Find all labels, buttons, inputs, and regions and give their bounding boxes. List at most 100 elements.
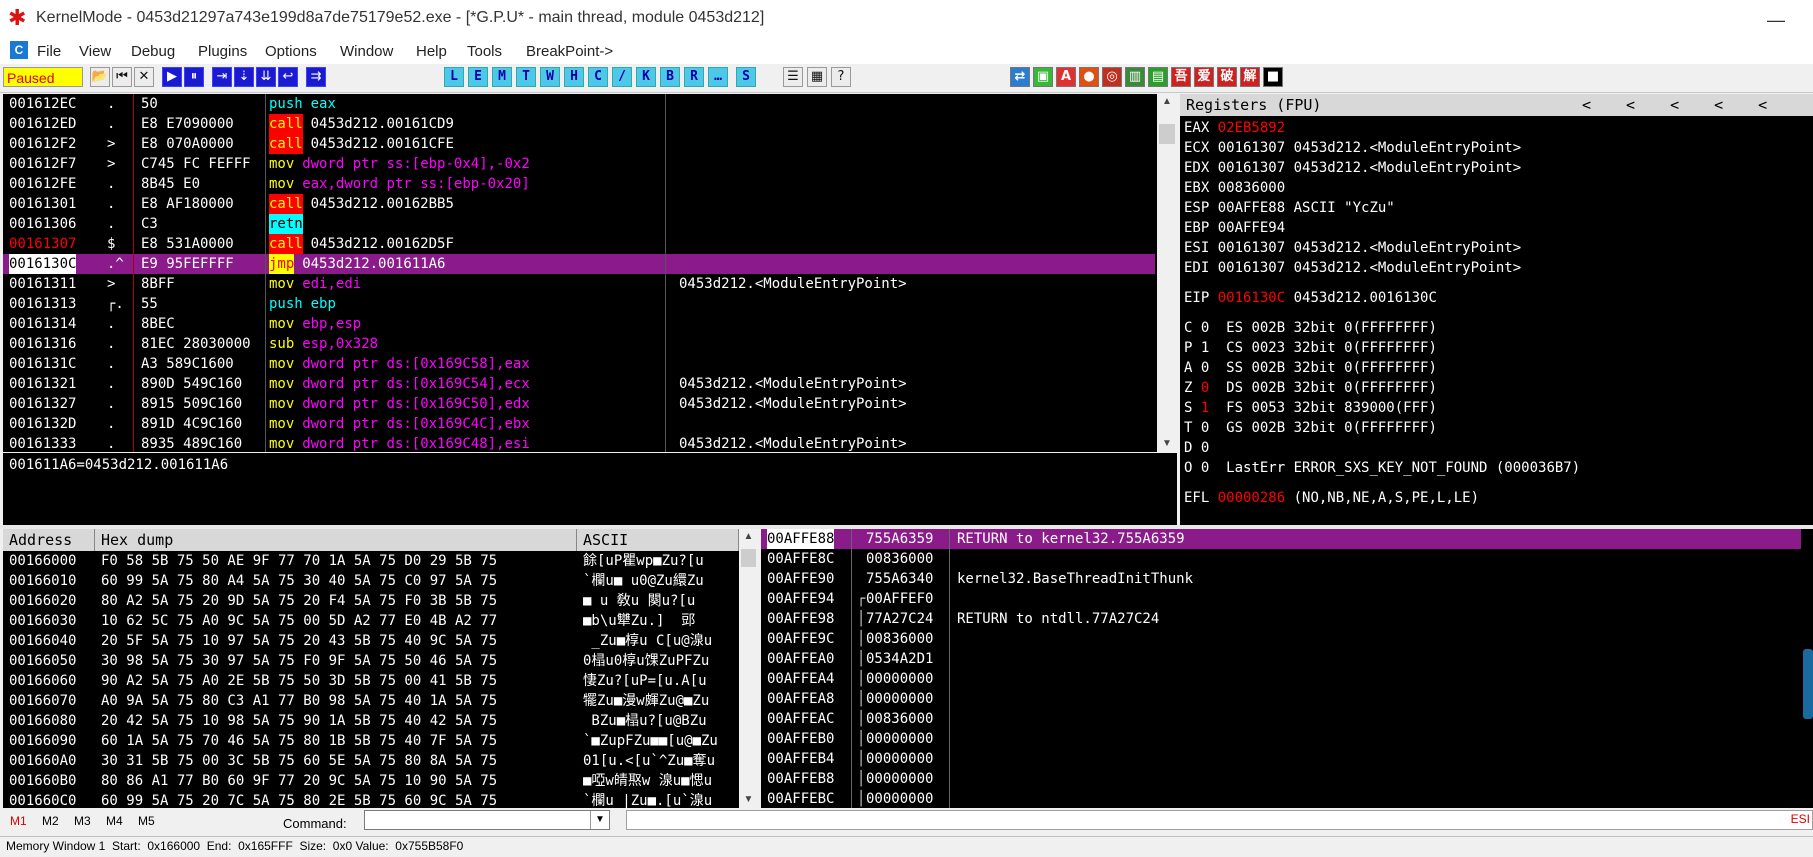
dump-row[interactable]: 00166060 90 A2 5A 75 A0 2E 5B 75 50 3D 5B… [3, 671, 739, 691]
dump-row[interactable]: 00166020 80 A2 5A 75 20 9D 5A 75 20 F4 5A… [3, 591, 739, 611]
toolbar-window-button-11[interactable]: … [708, 67, 728, 87]
disasm-row[interactable]: 00161327. 8915 509C160 mov dword ptr ds:[0x… [3, 394, 1155, 414]
toolbar-plugin-button-4[interactable]: ◎ [1102, 67, 1122, 87]
stack-row[interactable]: 00AFFEB0 │ 00000000 [761, 729, 1801, 749]
menu-view[interactable]: View [79, 43, 111, 60]
cpu-window-icon[interactable]: C [10, 41, 28, 59]
dump-row[interactable]: 00166050 30 98 5A 75 30 97 5A 75 F0 9F 5A… [3, 651, 739, 671]
toolbar-plugin-button-8[interactable]: 爱 [1194, 67, 1214, 87]
toolbar-nav-button-1[interactable]: ⏮ [112, 67, 132, 87]
tab-m2[interactable]: M2 [42, 814, 59, 828]
toolbar-plugin-button-7[interactable]: 吾 [1171, 67, 1191, 87]
col-header-hex[interactable]: Hex dump [95, 529, 577, 551]
register-row[interactable]: A 0 SS 002B 32bit 0(FFFFFFFF) [1184, 358, 1437, 378]
stack-row[interactable]: 00AFFEBC │ 00000000 [761, 789, 1801, 808]
toolbar-window-button-12[interactable]: S [736, 67, 756, 87]
scroll-up-icon[interactable]: ▲ [1157, 94, 1177, 110]
chevron-down-icon[interactable]: ▼ [590, 811, 609, 829]
scroll-down-icon[interactable]: ▼ [1157, 436, 1177, 452]
register-row[interactable]: EDX 00161307 0453d212.<ModuleEntryPoint> [1184, 158, 1521, 178]
disasm-row[interactable]: 00161311 >8BFF mov edi,edi 0453d212.<ModuleE… [3, 274, 1155, 294]
toolbar-nav-button-7[interactable]: ⇊ [256, 67, 276, 87]
toolbar-view-button-1[interactable]: ▦ [807, 67, 827, 87]
register-value[interactable]: 00161307 [1218, 240, 1285, 256]
toolbar-plugin-button-11[interactable]: ■ [1263, 67, 1283, 87]
stack-row[interactable]: 00AFFEB8 │ 00000000 [761, 769, 1801, 789]
disasm-row[interactable]: 00161316. 81EC 28030000 sub esp,0x328 [3, 334, 1155, 354]
register-value[interactable]: 00AFFE94 [1218, 220, 1285, 236]
disasm-row[interactable]: 00161306. C3 retn [3, 214, 1155, 234]
disasm-row[interactable]: 00161313 ┌. 55 push ebp [3, 294, 1155, 314]
register-row[interactable]: C 0 ES 002B 32bit 0(FFFFFFFF) [1184, 318, 1437, 338]
register-row[interactable]: T 0 GS 002B 32bit 0(FFFFFFFF) [1184, 418, 1437, 438]
toolbar-window-button-7[interactable]: / [612, 67, 632, 87]
toolbar-nav-button-8[interactable]: ↩ [278, 67, 298, 87]
dump-row[interactable]: 00166010 60 99 5A 75 80 A4 5A 75 30 40 5A… [3, 571, 739, 591]
toolbar-plugin-button-2[interactable]: A [1056, 67, 1076, 87]
register-row[interactable]: S 1 FS 0053 32bit 839000(FFF) [1184, 398, 1437, 418]
disasm-row[interactable]: 00161301. E8 AF180000 call 0453d212.00162BB… [3, 194, 1155, 214]
col-header-address[interactable]: Address [3, 529, 95, 551]
toolbar-window-button-10[interactable]: R [684, 67, 704, 87]
stack-pane[interactable]: 00AFFE88 755A6359 RETURN to kernel32.755A6… [761, 529, 1813, 808]
toolbar-window-button-4[interactable]: W [540, 67, 560, 87]
register-row[interactable]: ESP 00AFFE88 ASCII "YcZu" [1184, 198, 1395, 218]
disasm-row[interactable]: 001612FE. 8B45 E0 mov eax,dword ptr ss:[ebp… [3, 174, 1155, 194]
toolbar-nav-button-6[interactable]: ⇣ [234, 67, 254, 87]
toolbar-view-button-0[interactable]: ☰ [783, 67, 803, 87]
dump-row[interactable]: 00166090 60 1A 5A 75 70 46 5A 75 80 1B 5B… [3, 731, 739, 751]
disasm-row[interactable]: 00161307 $ E8 531A0000 call 0453d212.00162D5… [3, 234, 1155, 254]
stack-row[interactable]: 00AFFEB4 │ 00000000 [761, 749, 1801, 769]
stack-row[interactable]: 00AFFE98 │ 77A27C24 RETURN to ntdll.77A27C2… [761, 609, 1801, 629]
toolbar-window-button-0[interactable]: L [444, 67, 464, 87]
disasm-row[interactable]: 001612F2 > E8 070A0000 call 0453d212.00161CF… [3, 134, 1155, 154]
stack-row[interactable]: 00AFFEA0 │ 0534A2D1 [761, 649, 1801, 669]
stack-row[interactable]: 00AFFEA4 │ 00000000 [761, 669, 1801, 689]
side-handle[interactable] [1803, 649, 1813, 719]
toolbar-plugin-button-3[interactable]: ● [1079, 67, 1099, 87]
menu-debug[interactable]: Debug [131, 43, 175, 60]
scroll-down-icon[interactable]: ▼ [739, 792, 758, 808]
dump-row[interactable]: 00166030 10 62 5C 75 A0 9C 5A 75 00 5D A2… [3, 611, 739, 631]
toolbar-plugin-button-6[interactable]: ▤ [1148, 67, 1168, 87]
toolbar-plugin-button-0[interactable]: ⇄ [1010, 67, 1030, 87]
menu-file[interactable]: File [37, 43, 61, 60]
toolbar-window-button-3[interactable]: T [516, 67, 536, 87]
register-row[interactable]: O 0 LastErr ERROR_SXS_KEY_NOT_FOUND (000… [1184, 458, 1580, 478]
register-value[interactable]: 02EB5892 [1218, 120, 1285, 136]
register-row[interactable]: P 1 CS 0023 32bit 0(FFFFFFFF) [1184, 338, 1437, 358]
disasm-row[interactable]: 00161321. 890D 549C160 mov dword ptr ds:[0x… [3, 374, 1155, 394]
menu-help[interactable]: Help [416, 43, 447, 60]
toolbar-window-button-9[interactable]: B [660, 67, 680, 87]
register-row[interactable]: EAX 02EB5892 [1184, 118, 1285, 138]
registers-pane[interactable]: Registers (FPU) < < < < < EAX 02EB5892 ECX 00… [1180, 94, 1813, 525]
stack-row[interactable]: 00AFFE88 755A6359 RETURN to kernel32.755A6… [761, 529, 1801, 549]
chevron-left-icon[interactable]: < [1582, 96, 1591, 114]
dump-scrollbar[interactable]: ▲ ▼ [739, 529, 758, 808]
register-row[interactable]: Z 0 DS 002B 32bit 0(FFFFFFFF) [1184, 378, 1437, 398]
disasm-row[interactable]: 0016132D. 891D 4C9C160 mov dword ptr ds:[0x… [3, 414, 1155, 434]
disasm-row[interactable]: 001612EC. 50 push eax [3, 94, 1155, 114]
dump-row[interactable]: 00166000 F0 58 5B 75 50 AE 9F 77 70 1A 5A… [3, 551, 739, 571]
hex-dump-pane[interactable]: Address Hex dump ASCII 00166000 F0 58 5B … [3, 529, 758, 808]
menu-window[interactable]: Window [340, 43, 393, 60]
toolbar-nav-button-5[interactable]: ⇥ [212, 67, 232, 87]
toolbar-plugin-button-5[interactable]: ▥ [1125, 67, 1145, 87]
menu-plugins[interactable]: Plugins [198, 43, 247, 60]
register-row[interactable]: EFL 00000286 (NO,NB,NE,A,S,PE,L,LE) [1184, 488, 1479, 508]
dump-row[interactable]: 001660C0 60 99 5A 75 20 7C 5A 75 80 2E 5B… [3, 791, 739, 808]
menu-tools[interactable]: Tools [467, 43, 502, 60]
chevron-left-icon[interactable]: < [1758, 96, 1767, 114]
stack-row[interactable]: 00AFFE8C 00836000 [761, 549, 1801, 569]
toolbar-window-button-2[interactable]: M [492, 67, 512, 87]
toolbar-nav-button-3[interactable]: ▶ [162, 67, 182, 87]
register-row[interactable]: ECX 00161307 0453d212.<ModuleEntryPoint> [1184, 138, 1521, 158]
menu-breakpoint[interactable]: BreakPoint-> [526, 43, 613, 60]
col-header-ascii[interactable]: ASCII [577, 529, 739, 551]
chevron-left-icon[interactable]: < [1626, 96, 1635, 114]
disassembly-pane[interactable]: 001612EC. 50 push eax 001612ED. E8 E7090000 ca… [3, 94, 1177, 452]
command-input[interactable]: ▼ [364, 810, 610, 830]
minimize-button[interactable]: — [1756, 6, 1796, 34]
stack-row[interactable]: 00AFFE90 755A6340 kernel32.BaseThreadInitT… [761, 569, 1801, 589]
register-row[interactable]: D 0 [1184, 438, 1209, 458]
